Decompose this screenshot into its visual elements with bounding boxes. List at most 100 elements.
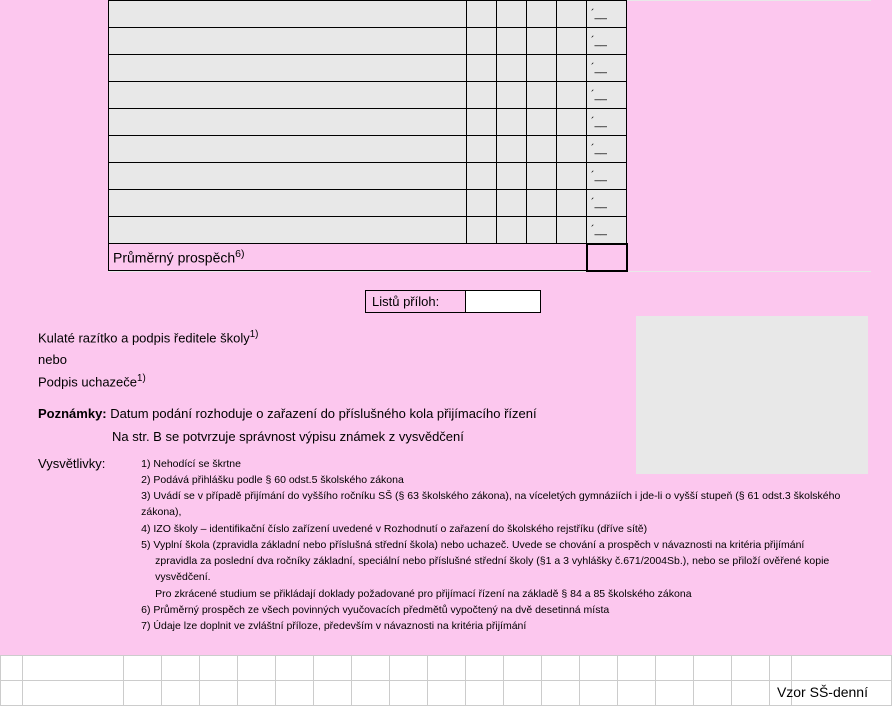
- explanation-item: 3) Uvádí se v případě přijímání do vyšší…: [141, 488, 854, 521]
- footer-cell: [123, 680, 161, 705]
- grade-row: ´__: [109, 163, 871, 190]
- grade-cell[interactable]: [557, 82, 587, 109]
- grade-cell[interactable]: [557, 28, 587, 55]
- grade-cell[interactable]: [467, 1, 497, 28]
- grade-cell[interactable]: [467, 136, 497, 163]
- grade-cell[interactable]: [557, 109, 587, 136]
- footer-cell: [161, 680, 199, 705]
- subject-cell[interactable]: [109, 109, 467, 136]
- term-avg-cell: ´__: [587, 1, 627, 28]
- grade-row: ´__: [109, 55, 871, 82]
- grade-cell[interactable]: [467, 217, 497, 244]
- footer-cell: [313, 655, 351, 680]
- subject-cell[interactable]: [109, 28, 467, 55]
- term-avg-cell: ´__: [587, 136, 627, 163]
- explanation-item: Pro zkrácené studium se přikládají dokla…: [141, 586, 854, 602]
- grade-cell[interactable]: [527, 217, 557, 244]
- grade-cell[interactable]: [467, 109, 497, 136]
- grade-cell[interactable]: [527, 163, 557, 190]
- footer-grid: [0, 655, 892, 706]
- grade-cell[interactable]: [467, 55, 497, 82]
- attachments-value[interactable]: [466, 290, 541, 312]
- footer-cell: [389, 655, 427, 680]
- grade-cell[interactable]: [467, 82, 497, 109]
- grade-row: ´__: [109, 217, 871, 244]
- grade-row: ´__: [109, 109, 871, 136]
- explanation-item: 7) Údaje lze doplnit ve zvláštní příloze…: [141, 618, 854, 634]
- grade-cell[interactable]: [497, 82, 527, 109]
- average-label: Průměrný prospěch: [113, 250, 235, 266]
- grade-cell[interactable]: [497, 55, 527, 82]
- grade-cell[interactable]: [497, 163, 527, 190]
- grade-cell[interactable]: [557, 190, 587, 217]
- grade-cell[interactable]: [557, 163, 587, 190]
- grades-table: ´__´__´__´__´__´__´__´__´__ Průměrný pro…: [108, 0, 871, 272]
- footer-cell: [579, 655, 617, 680]
- grade-cell[interactable]: [467, 28, 497, 55]
- grade-cell[interactable]: [527, 109, 557, 136]
- footer-cell: [731, 680, 769, 705]
- footer-cell: [275, 655, 313, 680]
- grade-row: ´__: [109, 136, 871, 163]
- grade-cell[interactable]: [557, 136, 587, 163]
- footer-cell: [655, 655, 693, 680]
- subject-cell[interactable]: [109, 82, 467, 109]
- attachments-box: Listů příloh:: [365, 290, 872, 313]
- grade-cell[interactable]: [557, 217, 587, 244]
- explanations: Vysvětlivky: 1) Nehodící se škrtne2) Pod…: [38, 456, 854, 635]
- explanation-item: 4) IZO školy – identifikační číslo zaříz…: [141, 521, 854, 537]
- grade-row: ´__: [109, 28, 871, 55]
- footer-cell: [427, 680, 465, 705]
- stamp-placeholder: [636, 316, 868, 474]
- footer-cell: [541, 680, 579, 705]
- footer-cell: [693, 680, 731, 705]
- explanation-item: 2) Podává přihlášku podle § 60 odst.5 šk…: [141, 472, 854, 488]
- term-avg-cell: ´__: [587, 82, 627, 109]
- footer-cell: [1, 655, 23, 680]
- footer-cell: [389, 680, 427, 705]
- subject-cell[interactable]: [109, 1, 467, 28]
- term-avg-cell: ´__: [587, 28, 627, 55]
- grade-cell[interactable]: [497, 136, 527, 163]
- footer-cell: [351, 680, 389, 705]
- term-avg-cell: ´__: [587, 217, 627, 244]
- subject-cell[interactable]: [109, 55, 467, 82]
- footer-cell: [693, 655, 731, 680]
- grade-cell[interactable]: [527, 55, 557, 82]
- grade-cell[interactable]: [497, 28, 527, 55]
- grade-cell[interactable]: [527, 28, 557, 55]
- footer-cell: [503, 655, 541, 680]
- grade-cell[interactable]: [527, 82, 557, 109]
- grade-cell[interactable]: [467, 163, 497, 190]
- average-value-cell[interactable]: [587, 244, 627, 271]
- grade-cell[interactable]: [557, 1, 587, 28]
- grade-cell[interactable]: [497, 109, 527, 136]
- explanation-item: 5) Vyplní škola (zpravidla základní nebo…: [141, 537, 854, 553]
- explanation-item: 6) Průměrný prospěch ze všech povinných …: [141, 602, 854, 618]
- grade-cell[interactable]: [497, 217, 527, 244]
- grade-row: ´__: [109, 1, 871, 28]
- grade-cell[interactable]: [527, 1, 557, 28]
- grade-cell[interactable]: [527, 190, 557, 217]
- footer-cell: [123, 655, 161, 680]
- subject-cell[interactable]: [109, 163, 467, 190]
- grade-cell[interactable]: [527, 136, 557, 163]
- grade-cell[interactable]: [467, 190, 497, 217]
- footer-cell: [617, 655, 655, 680]
- footer-cell: [465, 680, 503, 705]
- subject-cell[interactable]: [109, 136, 467, 163]
- footer-cell: [791, 655, 892, 680]
- term-avg-cell: ´__: [587, 109, 627, 136]
- term-avg-cell: ´__: [587, 55, 627, 82]
- footer-cell: [313, 680, 351, 705]
- footer-cell: [541, 655, 579, 680]
- term-avg-cell: ´__: [587, 163, 627, 190]
- grade-cell[interactable]: [497, 1, 527, 28]
- explanation-item: zpravidla za poslední dva ročníky základ…: [141, 553, 854, 586]
- footer-cell: [731, 655, 769, 680]
- attachments-label: Listů příloh:: [366, 290, 466, 312]
- subject-cell[interactable]: [109, 217, 467, 244]
- subject-cell[interactable]: [109, 190, 467, 217]
- grade-cell[interactable]: [497, 190, 527, 217]
- grade-cell[interactable]: [557, 55, 587, 82]
